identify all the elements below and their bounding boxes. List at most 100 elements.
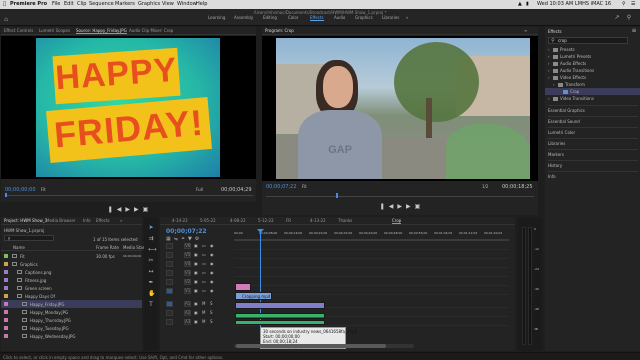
battery-icon[interactable]: ▮	[526, 1, 529, 7]
workspace-graphics[interactable]: Graphics	[355, 15, 373, 20]
lock-track-icon[interactable]: ▣	[194, 261, 198, 266]
type-tool-icon[interactable]: T	[148, 302, 154, 308]
col-name[interactable]: Name	[13, 245, 25, 250]
label-color-swatch[interactable]	[4, 310, 8, 314]
project-item[interactable]: Happy_Wednesday.JPG	[1, 332, 142, 340]
tab-source[interactable]: Source: Happy_Friday.JPG	[76, 28, 127, 34]
source-play-icon[interactable]: ▶	[125, 206, 134, 213]
effects-tree-item[interactable]: › Audio Transitions	[545, 67, 640, 74]
user-name[interactable]: LMHS iMAC 16	[575, 1, 611, 7]
workspace-color[interactable]: Color	[288, 15, 298, 20]
track-target-toggle[interactable]	[166, 261, 173, 267]
menu-view[interactable]: View	[162, 1, 174, 7]
menu-markers[interactable]: Markers	[115, 1, 135, 7]
menu-sequence[interactable]: Sequence	[89, 1, 114, 7]
project-search[interactable]: ⚲	[4, 235, 54, 241]
label-color-swatch[interactable]	[4, 326, 8, 330]
quick-export-icon[interactable]: ↗	[614, 15, 620, 21]
track-target-toggle[interactable]	[166, 279, 173, 285]
effects-tree-item[interactable]: › Presets	[545, 46, 640, 53]
track-target-toggle[interactable]	[166, 319, 173, 325]
track-target-toggle[interactable]	[166, 310, 173, 316]
mute-track-icon[interactable]: M	[202, 310, 205, 315]
tab-info[interactable]: Info	[83, 218, 91, 223]
slip-tool-icon[interactable]: ↔	[148, 269, 154, 275]
project-item[interactable]: Happy_Tuesday.JPG	[1, 324, 142, 332]
lock-track-icon[interactable]: ▣	[194, 243, 198, 248]
solo-track-icon[interactable]: S	[210, 301, 213, 306]
mute-track-icon[interactable]: M	[202, 319, 205, 324]
tab-program[interactable]: Program: Crop	[265, 28, 294, 33]
wifi-icon[interactable]: ▲	[518, 1, 522, 7]
clock[interactable]: Wed 10:03 AM	[537, 1, 573, 7]
program-fit-select[interactable]: Fit	[302, 184, 307, 189]
eye-icon[interactable]: ◉	[210, 252, 214, 257]
clip-video-v1[interactable]	[235, 302, 325, 309]
tab-effects[interactable]: Effects	[96, 218, 110, 223]
sequence-tab[interactable]: FR	[286, 218, 291, 223]
track-target-toggle[interactable]	[166, 243, 173, 249]
col-media-start[interactable]: Media Start	[123, 245, 146, 250]
ripple-edit-tool-icon[interactable]: ⟷	[148, 247, 157, 253]
eye-icon[interactable]: ◉	[210, 261, 214, 266]
play-icon[interactable]: ▶	[397, 203, 406, 210]
side-panel-header[interactable]: Lumetri Color	[548, 127, 638, 137]
toggle-output-icon[interactable]: ▭	[202, 270, 206, 275]
step-forward-icon[interactable]: ▶	[406, 203, 415, 210]
track-label[interactable]: A1	[184, 301, 191, 307]
label-color-swatch[interactable]	[4, 318, 8, 322]
source-playhead[interactable]	[5, 193, 7, 197]
tab-audio-clip-mixer[interactable]: Audio Clip Mixer: Crop	[129, 28, 173, 33]
timeline-timecode[interactable]: 00;00;07;22	[166, 228, 207, 235]
eye-icon[interactable]: ◉	[210, 243, 214, 248]
sequence-tab[interactable]: 5-05-22	[200, 218, 216, 223]
label-color-swatch[interactable]	[4, 254, 8, 258]
effects-search[interactable]: ⚲ crop	[548, 37, 628, 44]
toggle-output-icon[interactable]: ▭	[202, 288, 206, 293]
track-label[interactable]: V6	[184, 243, 191, 249]
clip-audio-a2[interactable]	[235, 320, 325, 325]
source-fit-select[interactable]: Fit	[41, 187, 46, 192]
disclosure-arrow-icon[interactable]: ›	[548, 68, 550, 73]
workspace-libraries[interactable]: Libraries	[382, 15, 399, 20]
project-item[interactable]: Fitness.jpg	[1, 276, 142, 284]
app-menu[interactable]: Premiere Pro	[10, 1, 47, 7]
video-track-lane[interactable]	[234, 287, 509, 295]
menu-clip[interactable]: Clip	[77, 1, 86, 7]
label-color-swatch[interactable]	[4, 294, 8, 298]
program-viewer[interactable]: GAP	[262, 36, 538, 181]
effects-tree-item[interactable]: › Lumetri Presets	[545, 53, 640, 60]
track-label[interactable]: V5	[184, 252, 191, 258]
project-item[interactable]: Happy_Thursday.JPG	[1, 316, 142, 324]
disclosure-arrow-icon[interactable]: ›	[548, 61, 550, 66]
project-item[interactable]: Happy_Friday.JPG	[1, 300, 142, 308]
label-color-swatch[interactable]	[4, 334, 8, 338]
eye-icon[interactable]: ◉	[210, 270, 214, 275]
track-select-tool-icon[interactable]: ⇉	[148, 236, 154, 242]
toggle-output-icon[interactable]: ▭	[202, 252, 206, 257]
track-target-toggle[interactable]	[166, 301, 173, 307]
workspaces-more-icon[interactable]: »	[406, 15, 408, 20]
source-mark-in-icon[interactable]: ❚	[108, 206, 117, 213]
label-color-swatch[interactable]	[4, 262, 8, 266]
source-step-forward-icon[interactable]: ▶	[134, 206, 143, 213]
lock-track-icon[interactable]: ▣	[194, 319, 198, 324]
clip-crop[interactable]: Cropping.mp4	[235, 292, 272, 300]
project-item[interactable]: Fit 30.00 fps 00;00;00;00	[1, 252, 142, 260]
track-target-toggle[interactable]	[166, 270, 173, 276]
effects-tree-item[interactable]: › Transform	[545, 81, 640, 88]
lock-track-icon[interactable]: ▣	[194, 279, 198, 284]
label-color-swatch[interactable]	[4, 278, 8, 282]
toggle-output-icon[interactable]: ▭	[202, 243, 206, 248]
source-timecode-in[interactable]: 00;00;00;00	[5, 187, 36, 193]
menu-file[interactable]: File	[52, 1, 60, 7]
lock-track-icon[interactable]: ▣	[194, 301, 198, 306]
timeline-horizontal-scrollbar[interactable]	[234, 344, 414, 348]
lock-track-icon[interactable]: ▣	[194, 252, 198, 257]
selection-tool-icon[interactable]: ➤	[148, 225, 154, 231]
video-track-lane[interactable]	[234, 242, 509, 250]
mark-in-icon[interactable]: ❚	[380, 203, 389, 210]
toggle-output-icon[interactable]: ▭	[202, 261, 206, 266]
side-panel-header[interactable]: Essential Graphics	[548, 105, 638, 115]
program-menu-icon[interactable]: ≡	[524, 28, 527, 33]
